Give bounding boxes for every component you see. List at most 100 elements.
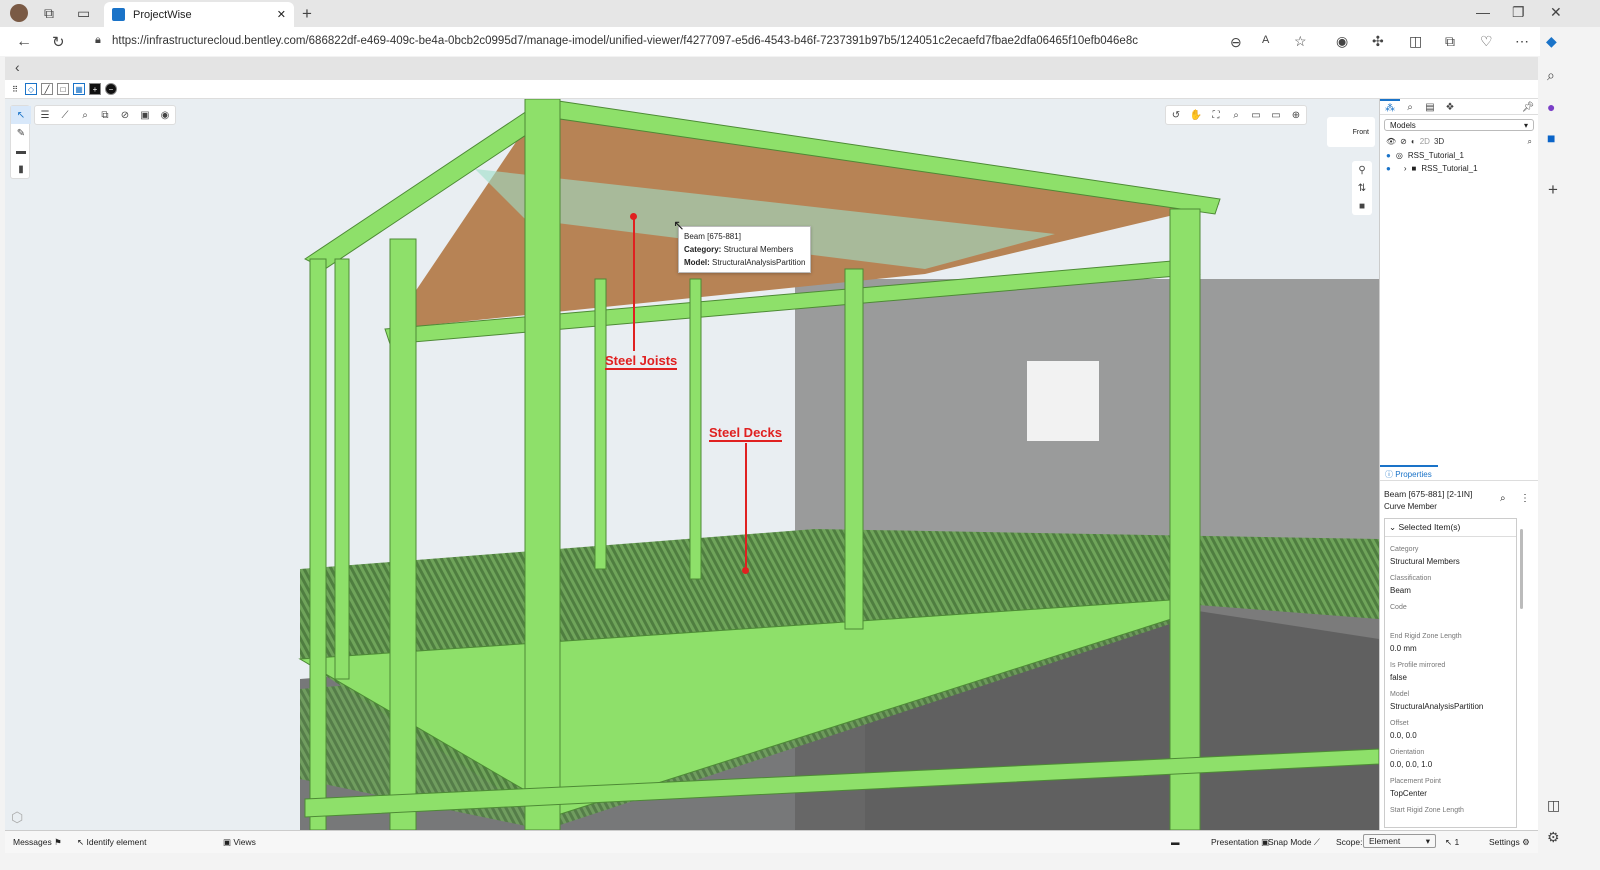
tooltip-title: Beam [675-881] [684, 232, 741, 241]
expand-chevron-icon[interactable]: › [1404, 164, 1407, 173]
layers-tool-icon[interactable]: ▮ [11, 160, 31, 178]
tree-item[interactable]: ● ◎ RSS_Tutorial_1 [1380, 149, 1538, 162]
show-all-eye-icon[interactable]: 👁︎ [1386, 137, 1396, 147]
selected-items-header[interactable]: ⌄ Selected Item(s) [1385, 519, 1516, 537]
url-input[interactable]: https://infrastructurecloud.bentley.com/… [112, 35, 1138, 47]
measure-tool-icon[interactable]: ╱ [41, 83, 53, 95]
browser-essentials-icon[interactable]: ♡ [1480, 33, 1493, 50]
properties-scrollbar[interactable] [1520, 529, 1523, 609]
layers-tab-icon[interactable]: ❖ [1440, 99, 1460, 115]
split-screen-icon[interactable]: ◫ [1409, 33, 1422, 50]
grid-tool-icon[interactable]: ▦ [73, 83, 85, 95]
keyboard-icon[interactable]: ▬ [1171, 837, 1180, 847]
view-cube-face[interactable]: Front [1353, 129, 1369, 136]
search-sidebar-icon[interactable]: ⌕ [1547, 67, 1555, 84]
drag-handle-icon[interactable]: ⠿ [9, 83, 21, 95]
workspaces-icon[interactable]: ⧉ [44, 5, 54, 22]
properties-tab[interactable]: ⓘ Properties [1380, 465, 1438, 481]
restore-icon[interactable]: ❐ [1512, 4, 1525, 21]
tab-actions-icon[interactable]: ▭ [77, 5, 90, 22]
presentation-button[interactable]: Presentation ▣ [1211, 837, 1269, 848]
zoom-window-icon[interactable]: ⌕ [1226, 106, 1246, 124]
extensions-puzzle-icon[interactable]: ✣ [1372, 33, 1384, 50]
camera-icon[interactable]: ■ [1352, 197, 1372, 215]
profile-avatar[interactable] [10, 4, 28, 22]
messages-button[interactable]: Messages ⚑ [13, 837, 62, 848]
identify-element-button[interactable]: ↖ Identify element [77, 837, 147, 848]
plus-tool-icon[interactable]: + [89, 83, 101, 95]
favorite-star-icon[interactable]: ☆ [1294, 33, 1307, 50]
views-button[interactable]: ▣ Views [223, 837, 256, 848]
settings-button[interactable]: Settings ⚙ [1489, 837, 1530, 848]
sidebar-layout-icon[interactable]: ◫ [1547, 797, 1560, 814]
delete-tool-icon[interactable]: ▬ [11, 142, 31, 160]
filter-3d-toggle[interactable]: 3D [1434, 137, 1444, 147]
sidebar-settings-icon[interactable]: ⚙ [1547, 829, 1560, 846]
search-tab-icon[interactable]: ⌕ [1400, 99, 1420, 115]
measure-icon[interactable]: ⟋ [55, 106, 75, 124]
back-icon[interactable]: ← [16, 33, 32, 51]
categories-tab-icon[interactable]: ▤ [1420, 99, 1440, 115]
camera-tools: ⚲ ⇅ ■ [1352, 161, 1372, 215]
model-tree-tab-icon[interactable]: ⁂ [1380, 99, 1400, 115]
tab-projectwise[interactable]: ProjectWise ✕ [104, 2, 294, 27]
menu-icon[interactable]: ☰ [35, 106, 55, 124]
search-element-icon[interactable]: ⌕ [75, 106, 95, 124]
collections-icon[interactable]: ⧉ [1445, 33, 1455, 50]
settings-label: Settings [1489, 837, 1520, 847]
building-model-render[interactable] [5, 99, 1379, 830]
fly-icon[interactable]: ⇅ [1352, 179, 1372, 197]
hide-icon[interactable]: ⊘ [115, 106, 135, 124]
section-box-icon[interactable]: □ [57, 83, 69, 95]
extension-icon[interactable]: ◉ [1336, 33, 1348, 50]
view-cube[interactable]: Front [1327, 117, 1375, 147]
pin-panel-icon[interactable]: 📌︎ [1518, 99, 1538, 115]
tree-item[interactable]: ● › ■ RSS_Tutorial_1 [1380, 162, 1538, 175]
markup-pen-icon[interactable]: ✎ [11, 124, 31, 142]
more-options-icon[interactable]: ⋮ [1520, 493, 1530, 504]
close-window-icon[interactable]: ✕ [1550, 4, 1562, 21]
copy-icon[interactable]: ⧉ [95, 106, 115, 124]
visibility-eye-icon[interactable]: ● [1386, 164, 1391, 173]
fit-view-icon[interactable]: ⛶ [1206, 106, 1226, 124]
identify-label: Identify element [86, 837, 147, 847]
refresh-icon[interactable]: ↻ [52, 33, 65, 51]
copilot-icon[interactable]: ◆ [1546, 33, 1557, 50]
left-tool-column: ↖ ✎ ▬ ▮ [10, 105, 31, 179]
app-back-icon[interactable]: ‹ [15, 59, 20, 75]
rotate-icon[interactable]: ↺ [1166, 106, 1186, 124]
close-tab-icon[interactable]: ✕ [277, 8, 286, 21]
select-pointer-icon[interactable]: ↖ [11, 106, 31, 124]
selection-count[interactable]: ↖ 1 [1445, 837, 1459, 848]
view-tools-bar: ☰ ⟋ ⌕ ⧉ ⊘ ▣ ◉ [34, 105, 176, 125]
select-tool-icon[interactable]: ◇ [25, 83, 37, 95]
visibility-eye-icon[interactable]: ● [1386, 151, 1391, 160]
pan-icon[interactable]: ✋ [1186, 106, 1206, 124]
outlook-icon[interactable]: ■ [1547, 130, 1555, 146]
filter-2d-toggle[interactable]: 2D [1420, 137, 1430, 147]
minus-tool-icon[interactable]: − [105, 83, 117, 95]
next-view-icon[interactable]: ▭ [1266, 106, 1286, 124]
models-dropdown[interactable]: Models ▾ [1384, 119, 1534, 131]
add-sidebar-app-icon[interactable]: + [1548, 180, 1558, 200]
isolate-icon[interactable]: ▣ [135, 106, 155, 124]
previous-view-icon[interactable]: ▭ [1246, 106, 1266, 124]
more-menu-icon[interactable]: ⋯ [1515, 33, 1529, 50]
search-properties-icon[interactable]: ⌕ [1500, 493, 1506, 504]
3d-viewport[interactable]: ↖ ✎ ▬ ▮ ☰ ⟋ ⌕ ⧉ ⊘ ▣ ◉ ↺ ✋ ⛶ ⌕ ▭ ▭ ⊕ Fron… [5, 99, 1379, 830]
read-aloud-icon[interactable]: A [1262, 34, 1269, 46]
invert-icon[interactable]: ◐ [1411, 137, 1416, 147]
zoom-icon[interactable]: ⊕ [1286, 106, 1306, 124]
walk-icon[interactable]: ⚲ [1352, 161, 1372, 179]
search-tree-icon[interactable]: ⌕ [1528, 137, 1532, 147]
snap-mode-button[interactable]: Snap Mode ⟋ [1268, 837, 1320, 848]
panel-tabs: ⁂ ⌕ ▤ ❖ 📌︎ [1380, 99, 1538, 115]
zoom-icon[interactable]: ⊖ [1230, 34, 1242, 51]
hide-all-icon[interactable]: ⊘ [1400, 137, 1407, 147]
new-tab-icon[interactable]: + [302, 4, 312, 24]
scope-select[interactable]: Element ▾ [1363, 834, 1436, 848]
element-tooltip: Beam [675-881] Category: Structural Memb… [678, 226, 812, 273]
visibility-eye-icon[interactable]: ◉ [155, 106, 175, 124]
sidebar-app-icon[interactable]: ● [1547, 99, 1555, 115]
minimize-icon[interactable]: — [1476, 4, 1490, 20]
